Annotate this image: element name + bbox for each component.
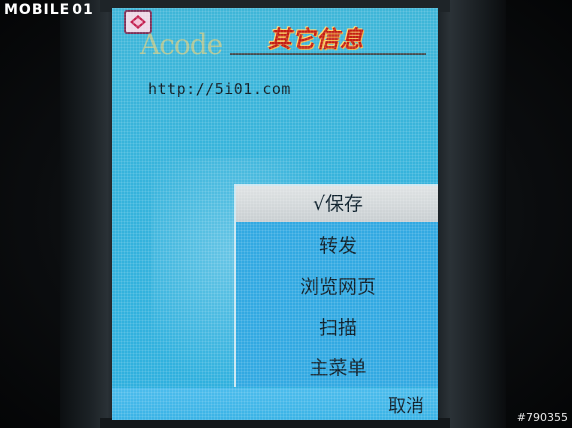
brand-watermark-mark: 01: [72, 2, 94, 18]
phone-screen: Acode 其它信息 http://5i01.com √保存 转发 浏览网页 扫…: [112, 8, 438, 420]
brand-watermark: MOBILE 01: [4, 2, 94, 18]
phone-photo: Acode 其它信息 http://5i01.com √保存 转发 浏览网页 扫…: [0, 0, 572, 428]
acode-logo-text: Acode: [140, 28, 223, 61]
phone-bezel-right: [436, 0, 506, 428]
title-divider: [230, 53, 426, 55]
acode-logo: Acode: [140, 28, 223, 61]
phone-bezel-left: [60, 0, 116, 428]
decoded-url[interactable]: http://5i01.com: [148, 80, 291, 98]
page-title: 其它信息: [268, 27, 364, 53]
photo-id: #790355: [516, 411, 568, 424]
menu-item-browse-web[interactable]: 浏览网页: [236, 267, 438, 307]
softkey-bar: 取消: [112, 388, 438, 420]
menu-item-main-menu[interactable]: 主菜单: [236, 348, 438, 388]
brand-watermark-text: MOBILE: [4, 2, 71, 18]
softkey-cancel[interactable]: 取消: [388, 392, 424, 418]
menu-item-scan[interactable]: 扫描: [236, 308, 438, 348]
menu-item-forward[interactable]: 转发: [236, 226, 438, 266]
menu-item-save[interactable]: √保存: [236, 186, 438, 222]
title-bar: Acode 其它信息: [112, 8, 438, 61]
options-menu: √保存 转发 浏览网页 扫描 主菜单: [234, 184, 438, 387]
